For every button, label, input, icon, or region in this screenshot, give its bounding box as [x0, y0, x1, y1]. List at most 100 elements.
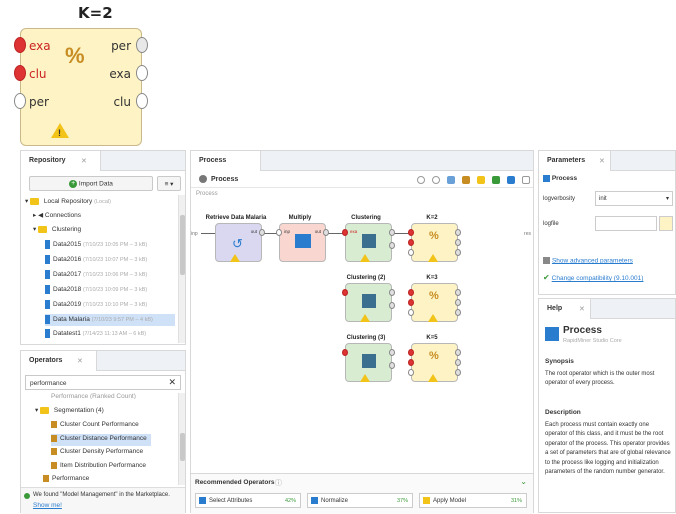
clear-icon[interactable]: ✕ [168, 377, 176, 388]
big-operator-k2[interactable]: exa clu per % per exa clu ! [14, 28, 148, 146]
input-port-clu[interactable] [14, 65, 26, 81]
operator-clustering-3[interactable] [342, 343, 395, 382]
output-port[interactable] [455, 359, 461, 366]
output-port[interactable] [323, 229, 329, 236]
compatibility-row[interactable]: ✔ Change compatibility (9.10.001) [543, 273, 643, 282]
output-port-clu[interactable] [136, 93, 148, 109]
tree-item-data2016[interactable]: Data2016 (7/10/23 10:07 PM – 3 kB) [45, 255, 175, 266]
close-icon[interactable]: ✕ [579, 305, 585, 313]
operator-clustering[interactable]: exa [342, 223, 395, 262]
output-port[interactable] [389, 349, 395, 356]
output-port[interactable] [389, 289, 395, 296]
input-port-per[interactable] [14, 93, 26, 109]
output-port[interactable] [389, 362, 395, 369]
output-port[interactable] [455, 299, 461, 306]
close-icon[interactable]: ✕ [599, 157, 605, 165]
show-advanced-link[interactable]: Show advanced parameters [552, 257, 633, 264]
input-port[interactable] [342, 289, 348, 296]
output-port[interactable] [455, 239, 461, 246]
tree-item-segmentation[interactable]: ▾ Segmentation (4) [35, 406, 175, 417]
advanced-parameters-row[interactable]: Show advanced parameters [543, 257, 633, 264]
note-icon[interactable] [477, 176, 485, 184]
tab-process[interactable]: Process [191, 151, 261, 171]
order-icon[interactable] [462, 176, 470, 184]
logfile-input[interactable] [595, 216, 657, 231]
scrollbar-thumb[interactable] [180, 433, 185, 461]
input-port[interactable] [408, 249, 414, 256]
input-port[interactable] [342, 349, 348, 356]
input-port[interactable] [408, 349, 414, 356]
input-port[interactable] [408, 289, 414, 296]
logverbosity-select[interactable]: init ▾ [595, 191, 673, 206]
operator-search-input[interactable]: performance [30, 380, 67, 387]
process-input-port[interactable]: inp [191, 231, 198, 237]
tree-item-data2018[interactable]: Data2018 (7/10/23 10:09 PM – 3 kB) [45, 285, 175, 296]
operator-k5[interactable]: % [408, 343, 461, 382]
input-port[interactable] [276, 229, 282, 236]
auto-wire-icon[interactable] [492, 176, 500, 184]
tree-root-local[interactable]: ▾ Local Repository (Local) [25, 197, 175, 208]
chevron-down-icon[interactable]: ⌄ [520, 477, 527, 486]
change-compatibility-link[interactable]: Change compatibility (9.10.001) [552, 275, 644, 282]
output-port-per[interactable] [136, 37, 148, 53]
output-port[interactable] [389, 229, 395, 236]
folder-open-icon[interactable] [659, 216, 673, 231]
operator-clustering-2[interactable] [342, 283, 395, 322]
grid-icon[interactable] [522, 176, 530, 184]
input-port[interactable] [408, 369, 414, 376]
close-icon[interactable]: ✕ [77, 357, 83, 365]
tree-item-datatest1[interactable]: Datatest1 (7/14/23 11:13 AM – 6 kB) [45, 329, 175, 340]
recommended-select-attributes[interactable]: Select Attributes 42% [195, 493, 301, 508]
input-port[interactable] [408, 309, 414, 316]
output-port[interactable] [455, 289, 461, 296]
input-port-exa[interactable] [14, 37, 26, 53]
operator-search-box[interactable]: performance ✕ [25, 375, 181, 390]
operator-cluster-count-performance[interactable]: Cluster Count Performance [51, 421, 175, 432]
operator-performance[interactable]: Performance [43, 475, 175, 486]
import-data-button[interactable]: + Import Data [29, 176, 153, 191]
info-icon[interactable]: ⓘ [275, 478, 282, 488]
recommended-normalize[interactable]: Normalize 37% [307, 493, 413, 508]
input-port[interactable] [408, 239, 414, 246]
operator-cluster-distance-performance[interactable]: Cluster Distance Performance [51, 434, 151, 446]
tab-repository[interactable]: Repository [21, 151, 101, 171]
tree-item-data-malaria[interactable]: Data Malaria (7/10/23 9:57 PM – 4 kB) [45, 314, 175, 326]
close-icon[interactable]: ✕ [81, 157, 87, 165]
recommended-apply-model[interactable]: Apply Model 31% [419, 493, 527, 508]
tree-item-partial[interactable]: Performance (Ranked Count) [51, 393, 175, 399]
operator-k2[interactable]: % [408, 223, 461, 262]
marketplace-link[interactable]: Show me! [33, 502, 62, 509]
output-port[interactable] [455, 349, 461, 356]
output-port[interactable] [389, 242, 395, 249]
output-port-exa[interactable] [136, 65, 148, 81]
output-port[interactable] [455, 249, 461, 256]
tab-operators[interactable]: Operators [21, 351, 97, 371]
operator-multiply[interactable]: inp out [276, 223, 329, 262]
input-port[interactable] [408, 229, 414, 236]
tree-item-data2015[interactable]: Data2015 (7/10/23 10:05 PM – 3 kB) [45, 240, 175, 251]
output-port[interactable] [259, 229, 265, 236]
operator-retrieve-data-malaria[interactable]: out ↺ [215, 223, 265, 262]
operator-item-distribution-performance[interactable]: Item Distribution Performance [51, 462, 175, 473]
scrollbar-thumb[interactable] [180, 215, 185, 275]
breadcrumb[interactable]: Process [211, 176, 238, 183]
tree-item-connections[interactable]: ▸ ◀ Connections [33, 211, 175, 222]
output-port[interactable] [455, 229, 461, 236]
operators-scrollbar[interactable] [178, 393, 185, 485]
output-port[interactable] [455, 369, 461, 376]
zoom-out-icon[interactable] [432, 176, 440, 184]
operator-cluster-density-performance[interactable]: Cluster Density Performance [51, 448, 175, 459]
input-port[interactable] [408, 299, 414, 306]
output-port[interactable] [389, 302, 395, 309]
repository-scrollbar[interactable] [178, 195, 185, 343]
repository-menu-button[interactable]: ≡ ▾ [157, 176, 181, 191]
input-port[interactable] [408, 359, 414, 366]
input-port[interactable] [342, 229, 348, 236]
wand-icon[interactable] [507, 176, 515, 184]
output-port[interactable] [455, 309, 461, 316]
zoom-in-icon[interactable] [417, 176, 425, 184]
fit-icon[interactable] [447, 176, 455, 184]
tree-item-data2017[interactable]: Data2017 (7/10/23 10:06 PM – 3 kB) [45, 270, 175, 281]
operator-k3[interactable]: % [408, 283, 461, 322]
tree-item-clustering[interactable]: ▾ Clustering [33, 225, 175, 236]
